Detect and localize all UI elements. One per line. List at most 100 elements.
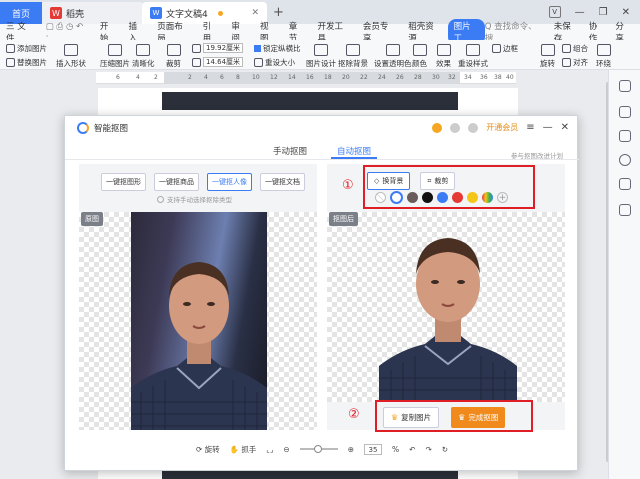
wrap-button[interactable]: 环绕: [596, 44, 611, 69]
ruler-number: 40: [506, 74, 514, 81]
vip-level-icon-2: [468, 122, 479, 133]
canvas-toolbar: ⟳ 旋转 ✋ 抓手 ⌞⌟ ⊖ ⊕ 35 % ↶ ↷ ↻: [65, 438, 579, 460]
rotate-ribbon-label: 旋转: [540, 59, 555, 68]
replace-image-label: 替换图片: [17, 58, 47, 67]
cutout-button[interactable]: 抠除背景: [338, 44, 368, 69]
zoom-value[interactable]: 35: [364, 443, 382, 455]
crop-icon: [166, 44, 181, 56]
ruler-number: 12: [270, 74, 278, 81]
close-window-icon[interactable]: ✕: [622, 7, 630, 18]
replace-image-button[interactable]: 替换图片: [6, 57, 47, 68]
cutout-portrait-figure: [379, 238, 517, 402]
replace-image-icon: [6, 58, 15, 67]
effects-label: 效果: [436, 59, 451, 68]
option-cutout-product[interactable]: 一键抠商品: [154, 173, 199, 191]
align-button[interactable]: 对齐: [562, 57, 588, 68]
zoom-slider-knob[interactable]: [313, 445, 322, 453]
close-tab-icon[interactable]: ✕: [251, 8, 259, 18]
image-design-button[interactable]: 图片设计: [306, 44, 336, 69]
align-label: 对齐: [573, 58, 588, 67]
fit-icon[interactable]: ⌞⌟: [266, 445, 273, 454]
sidebar-edit-icon[interactable]: [619, 106, 631, 118]
option-cutout-document[interactable]: 一键抠文档: [260, 173, 305, 191]
combine-button[interactable]: 组合: [562, 43, 588, 54]
border-button[interactable]: 边框: [492, 43, 518, 54]
annotation-number-1: ①: [342, 178, 354, 193]
user-avatar-icon[interactable]: [432, 122, 443, 133]
sidebar-select-icon[interactable]: [619, 80, 631, 92]
redo-icon[interactable]: ↷: [425, 445, 431, 454]
option-cutout-portrait[interactable]: 一键抠人像: [207, 173, 252, 191]
account-badge-icon[interactable]: V: [548, 6, 561, 18]
horizontal-ruler[interactable]: 6 4 2 2 4 6 8 10 12 14 16 18 20 22 24 26…: [96, 72, 516, 84]
hand-button[interactable]: ✋ 抓手: [230, 444, 257, 455]
dialog-title-area: 智能抠图: [77, 122, 128, 134]
maximize-icon[interactable]: ❐: [599, 7, 608, 18]
dialog-title-controls: 开通会员 ≡ — ✕: [432, 122, 569, 133]
reset-icon[interactable]: ↻: [442, 445, 448, 454]
reset-size-label: 重设大小: [265, 58, 295, 67]
rotate-ribbon-button[interactable]: 旋转: [540, 44, 555, 69]
shape-icon: [64, 44, 78, 56]
feedback-link[interactable]: 参与抠图改进计划: [511, 150, 563, 160]
sidebar-location-icon[interactable]: [619, 178, 631, 190]
option-cutout-shape[interactable]: 一键抠图形: [101, 173, 146, 191]
compress-button[interactable]: 压缩图片: [100, 44, 130, 69]
dialog-title: 智能抠图: [94, 124, 129, 134]
ruler-number: 30: [432, 74, 440, 81]
ruler-number: 24: [378, 74, 386, 81]
zoom-out-icon[interactable]: ⊖: [283, 445, 289, 454]
annotation-number-2: ②: [348, 407, 360, 422]
sidebar-adjust-icon[interactable]: [619, 130, 631, 142]
zoom-in-icon[interactable]: ⊕: [348, 445, 354, 454]
dialog-menu-icon[interactable]: ≡: [526, 122, 534, 133]
dialog-close-icon[interactable]: ✕: [561, 122, 569, 133]
ruler-number: 34: [464, 74, 472, 81]
annotation-box-1: [363, 165, 535, 209]
open-vip-link[interactable]: 开通会员: [486, 122, 518, 133]
reset-size-button[interactable]: 重设大小: [254, 57, 295, 68]
border-label: 边框: [503, 44, 518, 53]
compress-icon: [108, 44, 122, 56]
tab-manual-cutout[interactable]: 手动抠图: [267, 142, 313, 159]
unsaved-dot-icon: [217, 10, 223, 16]
crop-ribbon-button[interactable]: 裁剪: [166, 44, 181, 69]
transparent-label: 设置透明色: [374, 59, 412, 68]
color-button[interactable]: 颜色: [412, 44, 427, 69]
height-value[interactable]: 14.64厘米: [203, 57, 243, 67]
width-field[interactable]: 19.92厘米: [192, 43, 243, 53]
original-panel: 一键抠图形 一键抠商品 一键抠人像 一键抠文档 支持手动选择抠除类型 原图: [79, 164, 317, 430]
sharpen-icon: [136, 44, 151, 56]
lock-ratio-checkbox[interactable]: 锁定纵横比: [254, 43, 301, 54]
dialog-minimize-icon[interactable]: —: [543, 122, 553, 133]
zoom-slider[interactable]: [299, 445, 338, 453]
sidebar-help-icon[interactable]: [619, 154, 631, 166]
add-image-button[interactable]: 添加图片: [6, 43, 47, 54]
reset-style-icon: [466, 44, 480, 56]
insert-shape-button[interactable]: 插入形状: [56, 44, 86, 69]
document-image-top[interactable]: [162, 92, 458, 110]
vip-level-icon: [450, 122, 461, 133]
reset-style-button[interactable]: 重设样式: [458, 44, 488, 69]
ruler-number: 36: [480, 74, 488, 81]
transparent-button[interactable]: 设置透明色: [374, 44, 412, 69]
sidebar-lock-icon[interactable]: [619, 204, 631, 216]
new-tab-button[interactable]: +: [273, 5, 284, 20]
compress-label: 压缩图片: [100, 59, 130, 68]
tab-auto-cutout[interactable]: 自动抠图: [331, 142, 378, 159]
reset-size-icon: [254, 58, 263, 67]
rotate-label: 旋转: [204, 444, 220, 454]
docer-logo-icon: W: [50, 7, 62, 19]
height-field[interactable]: 14.64厘米: [192, 57, 243, 67]
sharpen-button[interactable]: 清晰化: [132, 44, 155, 69]
insert-shape-label: 插入形状: [56, 59, 86, 68]
effects-button[interactable]: 效果: [436, 44, 451, 69]
width-value[interactable]: 19.92厘米: [203, 43, 243, 53]
design-icon: [314, 44, 328, 56]
ruler-number: 6: [220, 74, 224, 81]
minimize-icon[interactable]: —: [575, 7, 585, 18]
undo-icon[interactable]: ↶: [409, 445, 415, 454]
rotate-button[interactable]: ⟳ 旋转: [196, 444, 220, 455]
align-icon: [562, 58, 571, 67]
zoom-unit: %: [392, 444, 400, 454]
